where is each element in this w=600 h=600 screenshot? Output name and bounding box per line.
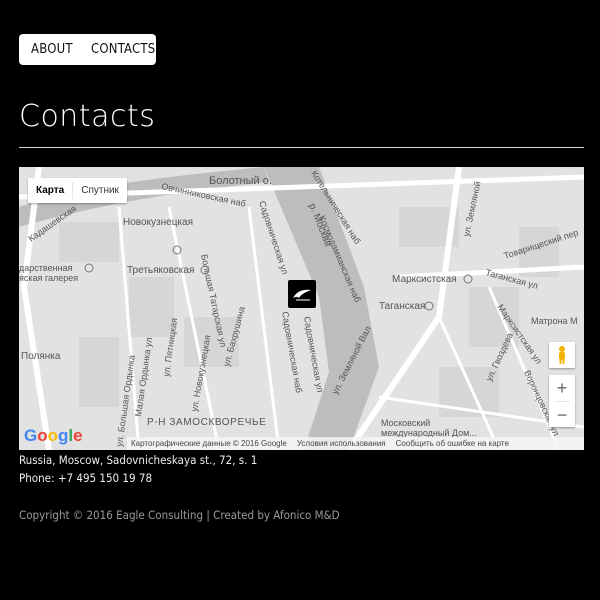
contact-address: Russia, Moscow, Sadovnicheskaya st., 72,… xyxy=(19,453,258,467)
google-logo-g2: g xyxy=(58,426,69,445)
contact-phone: Phone: +7 495 150 19 78 xyxy=(19,471,153,485)
map-type-satellite[interactable]: Спутник xyxy=(73,178,127,203)
label-mmdm-1: Московский xyxy=(381,418,430,428)
pegman-icon xyxy=(559,346,565,364)
map-attribution-bar: Картографические данные © 2016 Google Ус… xyxy=(127,437,584,450)
google-logo-e: e xyxy=(73,426,83,445)
title-divider xyxy=(19,147,584,148)
nav-contacts-link[interactable]: CONTACTS xyxy=(91,42,155,57)
footer-copyright: Copyright © 2016 Eagle Consulting | Crea… xyxy=(19,508,340,522)
map-terms-link[interactable]: Условия использования xyxy=(297,439,386,448)
page-title: Contacts xyxy=(19,99,156,134)
label-taganskaya: Таганская xyxy=(379,301,425,312)
top-nav: ABOUT CONTACTS xyxy=(19,34,156,65)
google-logo[interactable]: Google xyxy=(24,426,83,446)
street-view-pegman-icon[interactable] xyxy=(549,342,575,368)
label-gallery-2: яская галерея xyxy=(19,273,78,283)
label-matrona: Матрона М xyxy=(531,316,578,326)
eagle-logo-marker-icon[interactable] xyxy=(288,280,316,308)
label-polyanka: Полянка xyxy=(21,351,61,362)
google-logo-g: G xyxy=(24,426,38,445)
label-marksistskaya: Марксистская xyxy=(392,274,457,285)
google-logo-o2: o xyxy=(47,426,59,445)
map-report-error-link[interactable]: Сообщить об ошибке на карте xyxy=(396,439,509,448)
map-type-map[interactable]: Карта xyxy=(28,178,72,203)
label-tretyakovskaya: Третьяковская xyxy=(127,265,194,276)
google-logo-o1: o xyxy=(37,426,48,445)
map-data-credit: Картографические данные © 2016 Google xyxy=(131,439,287,448)
map-type-control: Карта Спутник xyxy=(28,178,127,203)
label-zamoskvorechye: Р-Н ЗАМОСКВОРЕЧЬЕ xyxy=(147,417,266,428)
map-canvas[interactable]: Болотный о. Овчинниковская наб Котельнич… xyxy=(19,167,584,450)
label-novokuznetskaya: Новокузнецкая xyxy=(123,217,193,228)
label-gallery-1: дарственная xyxy=(19,263,73,273)
zoom-in-button[interactable]: + xyxy=(549,375,575,401)
nav-about-link[interactable]: ABOUT xyxy=(31,42,73,57)
label-bolotny: Болотный о. xyxy=(209,175,272,187)
zoom-control: + − xyxy=(549,375,575,427)
zoom-out-button[interactable]: − xyxy=(549,402,575,428)
map[interactable]: Болотный о. Овчинниковская наб Котельнич… xyxy=(19,167,584,450)
eagle-icon xyxy=(293,289,311,301)
